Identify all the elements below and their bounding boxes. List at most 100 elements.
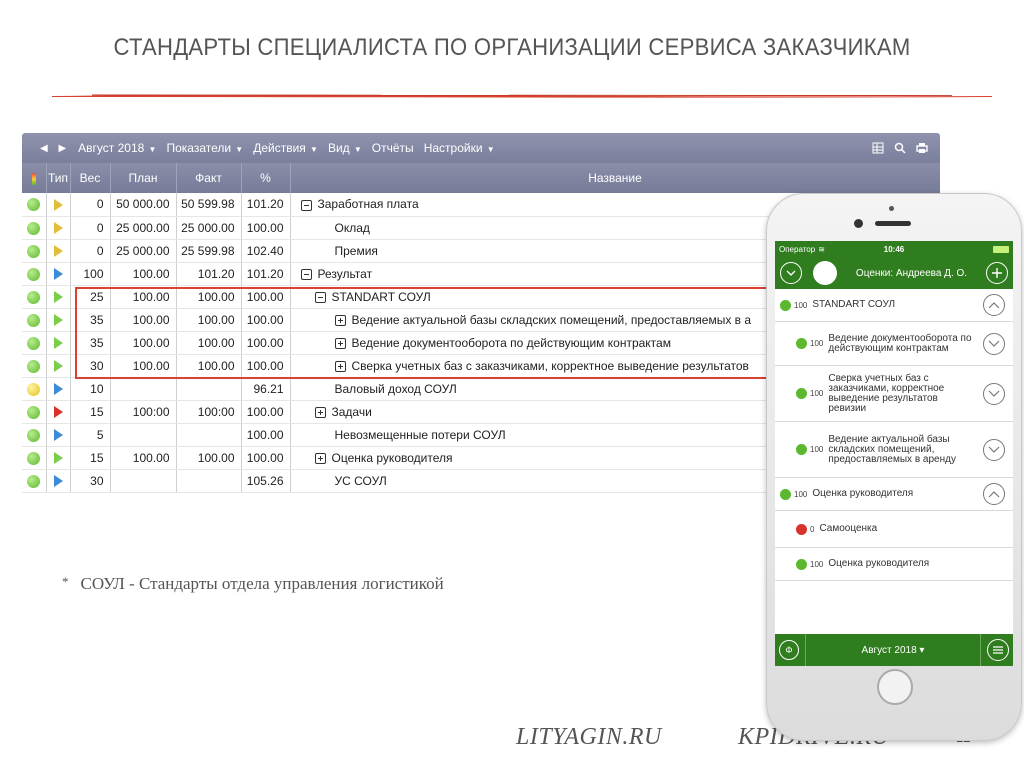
percent-cell: 100.00 [241, 446, 291, 470]
period-selector[interactable]: Август 2018 ▼ [78, 141, 156, 155]
percent-cell: 100.00 [241, 285, 291, 309]
footnote-marker: * [62, 574, 69, 589]
percent-cell: 102.40 [241, 239, 291, 263]
status-indicator-icon [780, 488, 791, 500]
menu-icon[interactable] [987, 639, 1009, 661]
status-indicator-icon [27, 451, 41, 465]
indicator-name: Заработная плата [317, 197, 419, 212]
header-plan[interactable]: План [110, 163, 177, 193]
f-circle-icon[interactable]: Φ [779, 640, 799, 660]
list-item[interactable]: 100 STANDART СОУЛ [775, 289, 1013, 322]
list-item[interactable]: 100 Ведение актуальной базы складских по… [775, 422, 1013, 478]
status-indicator-icon [796, 523, 807, 535]
item-label: Сверка учетных баз с заказчиками, коррек… [828, 372, 945, 414]
header-status[interactable] [22, 163, 47, 193]
indicator-name: Ведение документооборота по действующим … [351, 335, 671, 350]
chevron-up-icon[interactable] [983, 483, 1005, 505]
header-fact[interactable]: Факт [176, 163, 242, 193]
type-flag-icon [53, 222, 63, 235]
status-indicator-icon [27, 267, 41, 281]
list-item[interactable]: 100 Оценка руководителя [775, 548, 1013, 581]
fact-cell: 100.00 [176, 354, 242, 378]
add-button[interactable] [986, 262, 1008, 284]
chevron-down-icon[interactable] [983, 382, 1005, 405]
print-icon[interactable] [916, 142, 928, 154]
plan-cell: 100.00 [110, 308, 177, 332]
phone-speaker [875, 221, 911, 226]
expand-icon[interactable] [334, 360, 346, 372]
weight-cell: 5 [70, 423, 111, 447]
weight-cell: 25 [70, 285, 111, 309]
type-cell [46, 400, 71, 424]
collapse-button[interactable] [780, 262, 802, 284]
collapse-icon[interactable] [300, 268, 312, 280]
status-indicator-icon [27, 313, 41, 327]
item-value: 100 [794, 489, 808, 499]
percent-cell: 100.00 [241, 331, 291, 355]
search-icon[interactable] [894, 142, 906, 154]
type-cell [46, 239, 71, 263]
type-flag-icon [53, 429, 63, 442]
menu-indicators[interactable]: Показатели ▼ [166, 141, 243, 155]
list-item[interactable]: 100 Ведение документооборота по действую… [775, 322, 1013, 366]
fact-cell: 100.00 [176, 446, 242, 470]
header-percent[interactable]: % [241, 163, 291, 193]
header-name[interactable]: Название [290, 163, 940, 193]
status-cell [22, 308, 47, 332]
period-nav-arrows[interactable]: ◀ ▶ [40, 143, 70, 154]
collapse-icon[interactable] [300, 199, 312, 211]
expand-icon[interactable] [334, 314, 346, 326]
weight-cell: 0 [70, 193, 111, 217]
item-value: 100 [794, 300, 808, 310]
menu-view[interactable]: Вид ▼ [328, 141, 362, 155]
mobile-period-selector[interactable]: Август 2018 ▾ [806, 645, 980, 656]
expand-icon[interactable] [334, 337, 346, 349]
indicator-name: STANDART СОУЛ [331, 289, 431, 304]
chevron-down-icon[interactable] [983, 332, 1005, 355]
footer-link-lityagin[interactable]: LITYAGIN.RU [516, 724, 662, 751]
indicator-name: Оклад [334, 220, 370, 235]
type-cell [46, 377, 71, 401]
indicator-name: Премия [334, 243, 378, 258]
percent-cell: 100.00 [241, 400, 291, 424]
list-item[interactable]: 100 Сверка учетных баз с заказчиками, ко… [775, 366, 1013, 422]
status-cell [22, 216, 47, 240]
status-indicator-icon [27, 336, 41, 350]
plan-cell [110, 423, 177, 447]
type-cell [46, 331, 71, 355]
list-item[interactable]: 0 Самооценка [775, 511, 1013, 548]
chevron-up-icon[interactable] [983, 294, 1005, 316]
home-button[interactable] [877, 669, 913, 705]
weight-cell: 15 [70, 400, 111, 424]
header-type[interactable]: Тип [46, 163, 71, 193]
menu-reports[interactable]: Отчёты [372, 141, 414, 155]
item-value: 100 [810, 389, 824, 398]
menu-actions[interactable]: Действия ▼ [253, 141, 318, 155]
expand-icon[interactable] [314, 406, 326, 418]
percent-cell: 101.20 [241, 193, 291, 217]
hamburger-icon [993, 646, 1003, 654]
item-label: Ведение актуальной базы складских помеще… [828, 433, 956, 465]
plan-cell: 50 000.00 [110, 193, 177, 217]
header-weight[interactable]: Вес [70, 163, 111, 193]
status-indicator-icon [27, 290, 41, 304]
fact-cell: 101.20 [176, 262, 242, 286]
status-cell [22, 377, 47, 401]
percent-cell: 100.00 [241, 216, 291, 240]
slide-title: СТАНДАРТЫ СПЕЦИАЛИСТА ПО ОРГАНИЗАЦИИ СЕР… [113, 34, 911, 61]
table-header-row: Тип Вес План Факт % Название [22, 163, 940, 193]
list-item[interactable]: 100 Оценка руководителя [775, 478, 1013, 511]
weight-cell: 15 [70, 446, 111, 470]
status-indicator-icon [27, 198, 41, 212]
percent-cell: 96.21 [241, 377, 291, 401]
avatar[interactable] [813, 261, 837, 285]
chevron-down-icon[interactable] [983, 438, 1005, 461]
expand-icon[interactable] [314, 452, 326, 464]
percent-cell: 100.00 [241, 423, 291, 447]
type-cell [46, 308, 71, 332]
menu-settings[interactable]: Настройки ▼ [424, 141, 495, 155]
grid-icon[interactable] [872, 142, 884, 154]
status-cell [22, 354, 47, 378]
collapse-icon[interactable] [314, 291, 326, 303]
chevron-down-icon [786, 270, 796, 276]
